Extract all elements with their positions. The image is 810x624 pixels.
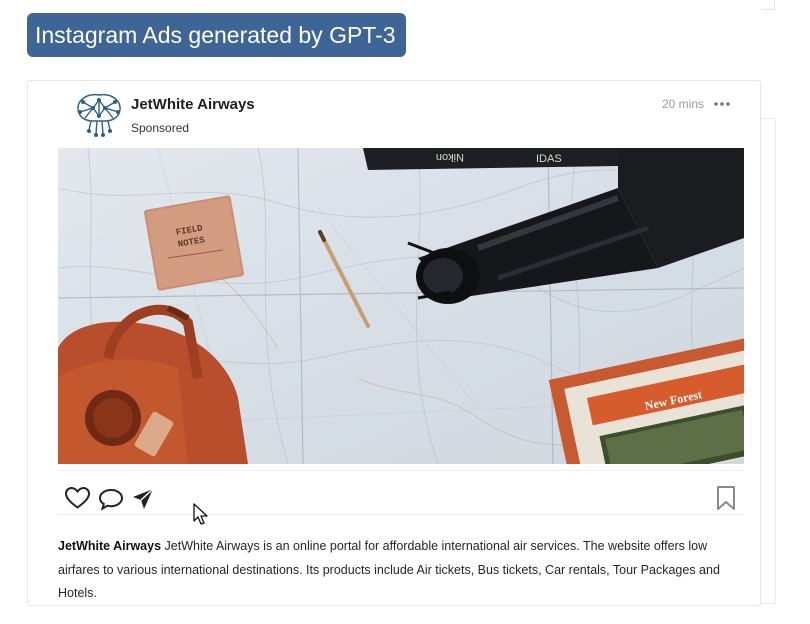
brain-logo-icon[interactable] bbox=[71, 90, 127, 140]
page: Instagram Ads generated by GPT-3 JetWhit… bbox=[0, 0, 810, 624]
heart-icon[interactable] bbox=[64, 486, 91, 510]
mouse-pointer-icon bbox=[193, 503, 208, 525]
account-name[interactable]: JetWhite Airways bbox=[131, 96, 255, 113]
image-action-divider bbox=[58, 470, 744, 471]
previous-card-edge bbox=[762, 0, 775, 10]
strap-text-2: IDAS bbox=[536, 153, 562, 165]
field-notes-notebook: FIELD NOTES bbox=[144, 195, 244, 291]
post-caption: JetWhite Airways JetWhite Airways is an … bbox=[58, 535, 748, 606]
more-options-icon[interactable] bbox=[713, 98, 731, 110]
sponsored-label: Sponsored bbox=[131, 121, 190, 135]
caption-divider bbox=[58, 514, 744, 515]
strap-text: Nikon bbox=[436, 151, 464, 163]
send-icon[interactable] bbox=[131, 487, 155, 511]
post-image[interactable]: FIELD NOTES Nikon IDAS New Forest bbox=[58, 148, 744, 464]
post-timestamp: 20 mins bbox=[662, 97, 705, 111]
comment-icon[interactable] bbox=[97, 487, 125, 511]
bookmark-icon[interactable] bbox=[715, 485, 737, 511]
caption-account-name[interactable]: JetWhite Airways bbox=[58, 539, 161, 553]
page-title-badge: Instagram Ads generated by GPT-3 bbox=[27, 13, 406, 57]
